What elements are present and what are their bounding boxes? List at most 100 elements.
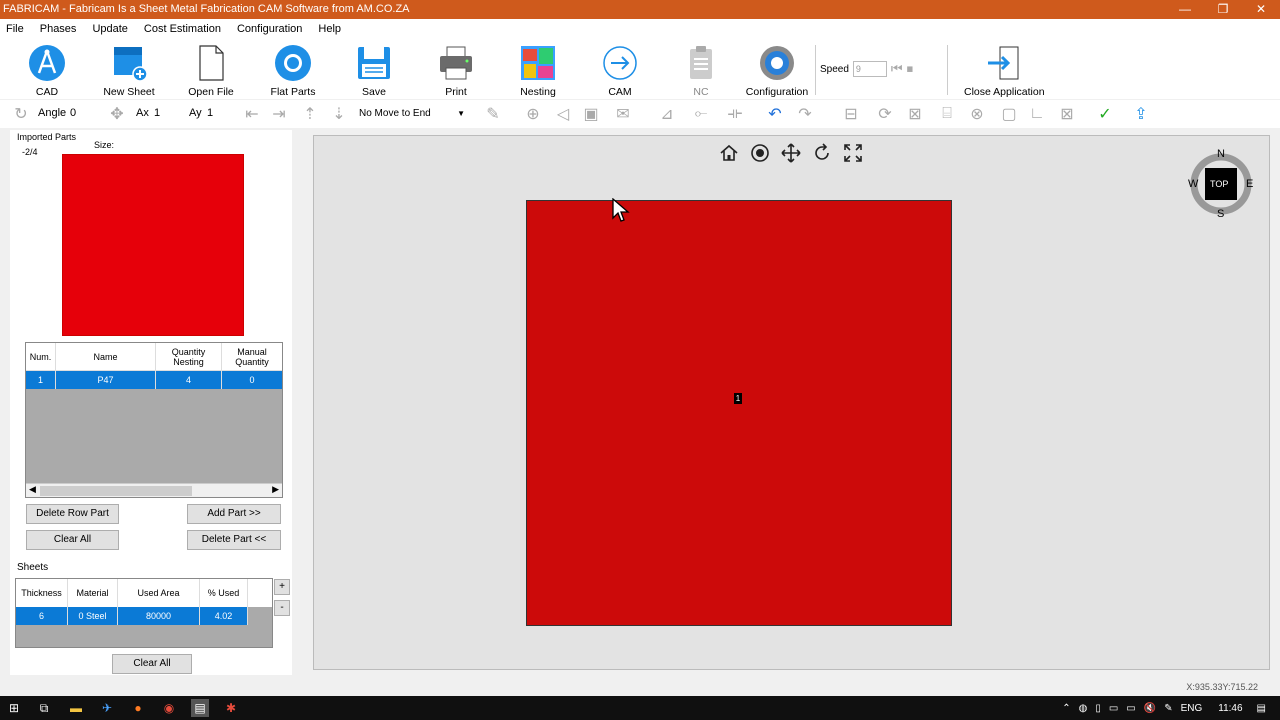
open-file-button[interactable]: Open File [176, 43, 246, 98]
move-last-icon[interactable]: ⇥ [268, 103, 290, 125]
column-header[interactable]: % Used [200, 579, 248, 607]
pan-icon[interactable] [780, 142, 802, 164]
align-icon[interactable]: ⊟ [840, 103, 862, 125]
nesting-button[interactable]: Nesting [503, 43, 573, 98]
step-back-icon[interactable]: ⏮ [891, 61, 903, 77]
menu-phases[interactable]: Phases [40, 23, 77, 35]
move-icon[interactable]: ✥ [106, 103, 128, 125]
orbit-icon[interactable] [749, 142, 771, 164]
print-button[interactable]: Print [421, 43, 491, 98]
move-down-icon[interactable]: ⇣ [328, 103, 350, 125]
menu-help[interactable]: Help [318, 23, 341, 35]
table-row[interactable]: 1 P47 4 0 [26, 371, 282, 389]
firefox-icon[interactable]: ● [129, 699, 147, 717]
ay-input[interactable]: 1 [207, 107, 213, 119]
chrome-icon[interactable]: ◉ [160, 699, 178, 717]
stop-icon[interactable]: ⏹ [907, 61, 914, 77]
column-header[interactable]: Thickness [16, 579, 68, 607]
move-option-select[interactable]: No Move to End ▼ [356, 105, 468, 123]
cross-icon[interactable]: ⊗ [966, 103, 988, 125]
rotate-icon[interactable]: ↻ [10, 103, 32, 125]
nc-button[interactable]: NC [666, 43, 736, 98]
column-header[interactable]: Material [68, 579, 118, 607]
nc-envelope-icon[interactable]: ✉ [612, 103, 634, 125]
column-header[interactable]: Num. [26, 343, 56, 370]
nesting-canvas[interactable]: 1 N S E W TOP [313, 135, 1270, 670]
app-icon[interactable]: ✈ [98, 699, 116, 717]
edit-shape-icon[interactable]: ⊿ [656, 103, 678, 125]
notifications-icon[interactable]: ▤ [1257, 703, 1266, 714]
pencil-icon[interactable]: ✎ [482, 103, 504, 125]
fit-view-icon[interactable] [842, 142, 864, 164]
angle-input[interactable]: 0 [70, 107, 76, 119]
cam-button[interactable]: CAM [585, 43, 655, 98]
scrollbar-thumb[interactable] [40, 486, 192, 496]
add-sheet-button[interactable]: + [274, 579, 290, 595]
minimize-button[interactable]: — [1166, 0, 1204, 19]
mirror-icon[interactable]: ◁ [552, 103, 574, 125]
save-button[interactable]: Save [339, 43, 409, 98]
fabricam-taskbar-icon[interactable]: ▤ [191, 699, 209, 717]
rotate-view-icon[interactable] [811, 142, 833, 164]
ax-input[interactable]: 1 [154, 107, 160, 119]
column-header[interactable]: Name [56, 343, 156, 370]
sheet[interactable]: 1 [526, 200, 952, 626]
column-header[interactable]: Quantity Nesting [156, 343, 222, 370]
usb-icon[interactable]: ▯ [1095, 703, 1101, 714]
menu-update[interactable]: Update [92, 23, 127, 35]
delete-shape-icon[interactable]: ⊠ [904, 103, 926, 125]
frame-icon[interactable]: ▢ [998, 103, 1020, 125]
add-circle-icon[interactable]: ⊕ [522, 103, 544, 125]
trim-icon[interactable]: ⟜ [690, 103, 712, 125]
export-icon[interactable]: ⇪ [1130, 103, 1152, 125]
network-icon[interactable]: ◍ [1079, 703, 1088, 714]
bridge-icon[interactable]: ⌸ [936, 103, 958, 125]
remove-sheet-button[interactable]: - [274, 600, 290, 616]
horizontal-scrollbar[interactable]: ◀ ▶ [26, 483, 282, 497]
move-up-icon[interactable]: ⇡ [299, 103, 321, 125]
task-view-icon[interactable]: ⧉ [35, 699, 53, 717]
file-explorer-icon[interactable]: ▬ [67, 699, 85, 717]
add-part-button[interactable]: Add Part >> [187, 504, 281, 524]
speed-select[interactable]: 9 [852, 61, 887, 77]
delete-part-button[interactable]: Delete Part << [187, 530, 281, 550]
maximize-button[interactable]: ❐ [1204, 0, 1242, 19]
monitor-icon[interactable]: ▭ [1126, 703, 1135, 714]
view-cube[interactable]: N S E W TOP [1188, 148, 1254, 220]
column-header[interactable]: Used Area [118, 579, 200, 607]
clear-all-sheets-button[interactable]: Clear All [112, 654, 192, 674]
clock[interactable]: 11:46 [1218, 703, 1242, 714]
close-button[interactable]: ✕ [1242, 0, 1280, 19]
clear-icon[interactable]: ⊠ [1056, 103, 1078, 125]
new-sheet-button[interactable]: New Sheet [94, 43, 164, 98]
cut-icon[interactable]: ⟛ [724, 103, 746, 125]
chevron-up-icon[interactable]: ⌃ [1062, 703, 1070, 714]
volume-icon[interactable]: 🔇 [1144, 703, 1156, 714]
move-first-icon[interactable]: ⇤ [241, 103, 263, 125]
scroll-left-icon[interactable]: ◀ [29, 484, 36, 495]
app2-icon[interactable]: ✱ [222, 699, 240, 717]
menu-file[interactable]: File [6, 23, 24, 35]
delete-row-part-button[interactable]: Delete Row Part [26, 504, 119, 524]
configuration-button[interactable]: Configuration [742, 43, 812, 98]
rotate-part-icon[interactable]: ⟳ [874, 103, 896, 125]
table-row[interactable]: 6 0 Steel 80000 4.02 [16, 607, 248, 625]
battery-icon[interactable]: ▭ [1109, 703, 1118, 714]
windows-start-icon[interactable]: ⊞ [5, 699, 23, 717]
check-icon[interactable]: ✓ [1094, 103, 1116, 125]
clear-all-parts-button[interactable]: Clear All [26, 530, 119, 550]
language-indicator[interactable]: ENG [1181, 703, 1203, 714]
menu-cost-estimation[interactable]: Cost Estimation [144, 23, 221, 35]
pen-icon[interactable]: ✎ [1164, 703, 1172, 714]
menu-configuration[interactable]: Configuration [237, 23, 302, 35]
array-icon[interactable]: ▣ [580, 103, 602, 125]
home-icon[interactable] [718, 142, 740, 164]
cad-button[interactable]: CAD [12, 43, 82, 98]
close-application-button[interactable]: Close Application [964, 43, 1045, 98]
corner-icon[interactable]: ∟ [1026, 103, 1048, 125]
column-header[interactable]: Manual Quantity [222, 343, 282, 370]
flat-parts-button[interactable]: Flat Parts [258, 43, 328, 98]
undo-icon[interactable]: ↶ [764, 103, 786, 125]
scroll-right-icon[interactable]: ▶ [272, 484, 279, 495]
redo-icon[interactable]: ↷ [794, 103, 816, 125]
